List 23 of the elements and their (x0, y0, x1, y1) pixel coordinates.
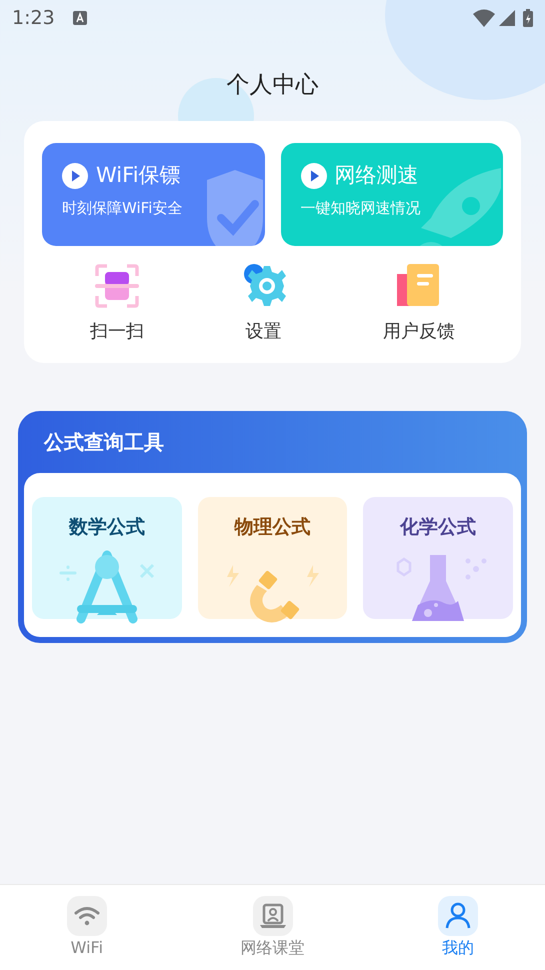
card-title: WiFi保镖 (96, 165, 181, 186)
nav-tab[interactable]: 网络课堂 (174, 885, 372, 970)
nav-tab[interactable]: 我的 (371, 885, 545, 970)
shortcut-item[interactable]: 用户反馈 (335, 262, 504, 344)
formula-tile[interactable]: 化学公式 (363, 496, 514, 618)
play-icon (300, 162, 326, 188)
shortcut-item[interactable]: 扫一扫 (42, 262, 192, 344)
card-subtitle: 时刻保障WiFi安全 (62, 198, 182, 216)
nav-tab[interactable]: WiFi (0, 885, 174, 970)
shield-check-icon (206, 168, 264, 246)
section-title: 公式查询工具 (44, 430, 164, 454)
shortcut-item[interactable]: 设置 (192, 262, 336, 344)
card-title: 网络测速 (334, 165, 418, 186)
status-time: 1:23 (12, 6, 55, 31)
play-icon (62, 162, 88, 188)
keyboard-icon (72, 11, 87, 25)
cell-signal-icon (499, 10, 515, 26)
page-title: 个人中心 (226, 72, 318, 98)
wifi-guard-card[interactable]: WiFi保镖 时刻保障WiFi安全 (42, 142, 264, 246)
wifi-signal-icon (473, 9, 495, 27)
scan-icon (92, 262, 141, 310)
card-subtitle: 一键知晓网速情况 (300, 198, 420, 216)
battery-icon (523, 9, 533, 27)
